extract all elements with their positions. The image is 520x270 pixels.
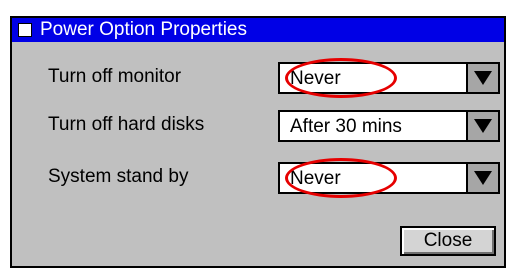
dropdown-arrow-icon <box>474 71 492 85</box>
monitor-dropdown-value: Never <box>290 68 341 89</box>
power-options-dialog: Power Option Properties Turn off monitor… <box>10 16 506 268</box>
dropdown-arrow-icon <box>474 119 492 133</box>
monitor-dropdown-button[interactable] <box>466 64 498 92</box>
title-bar: Power Option Properties <box>12 18 504 42</box>
dropdown-arrow-icon <box>474 171 492 185</box>
setting-row-monitor: Turn off monitor Never <box>12 58 504 98</box>
window-icon[interactable] <box>18 23 32 37</box>
setting-row-hard-disks: Turn off hard disks After 30 mins <box>12 110 504 144</box>
setting-row-standby: System stand by Never <box>12 158 504 198</box>
monitor-label: Turn off monitor <box>48 66 182 87</box>
close-button[interactable]: Close <box>400 226 496 256</box>
standby-dropdown-button[interactable] <box>466 164 498 192</box>
hard-disks-dropdown-value: After 30 mins <box>290 116 402 137</box>
hard-disks-dropdown[interactable]: After 30 mins <box>278 110 500 142</box>
hard-disks-dropdown-button[interactable] <box>466 112 498 140</box>
standby-label: System stand by <box>48 166 189 187</box>
standby-dropdown-value: Never <box>290 168 341 189</box>
standby-dropdown[interactable]: Never <box>278 158 500 198</box>
window-title: Power Option Properties <box>40 19 247 40</box>
hard-disks-label: Turn off hard disks <box>48 114 205 135</box>
monitor-dropdown[interactable]: Never <box>278 58 500 98</box>
